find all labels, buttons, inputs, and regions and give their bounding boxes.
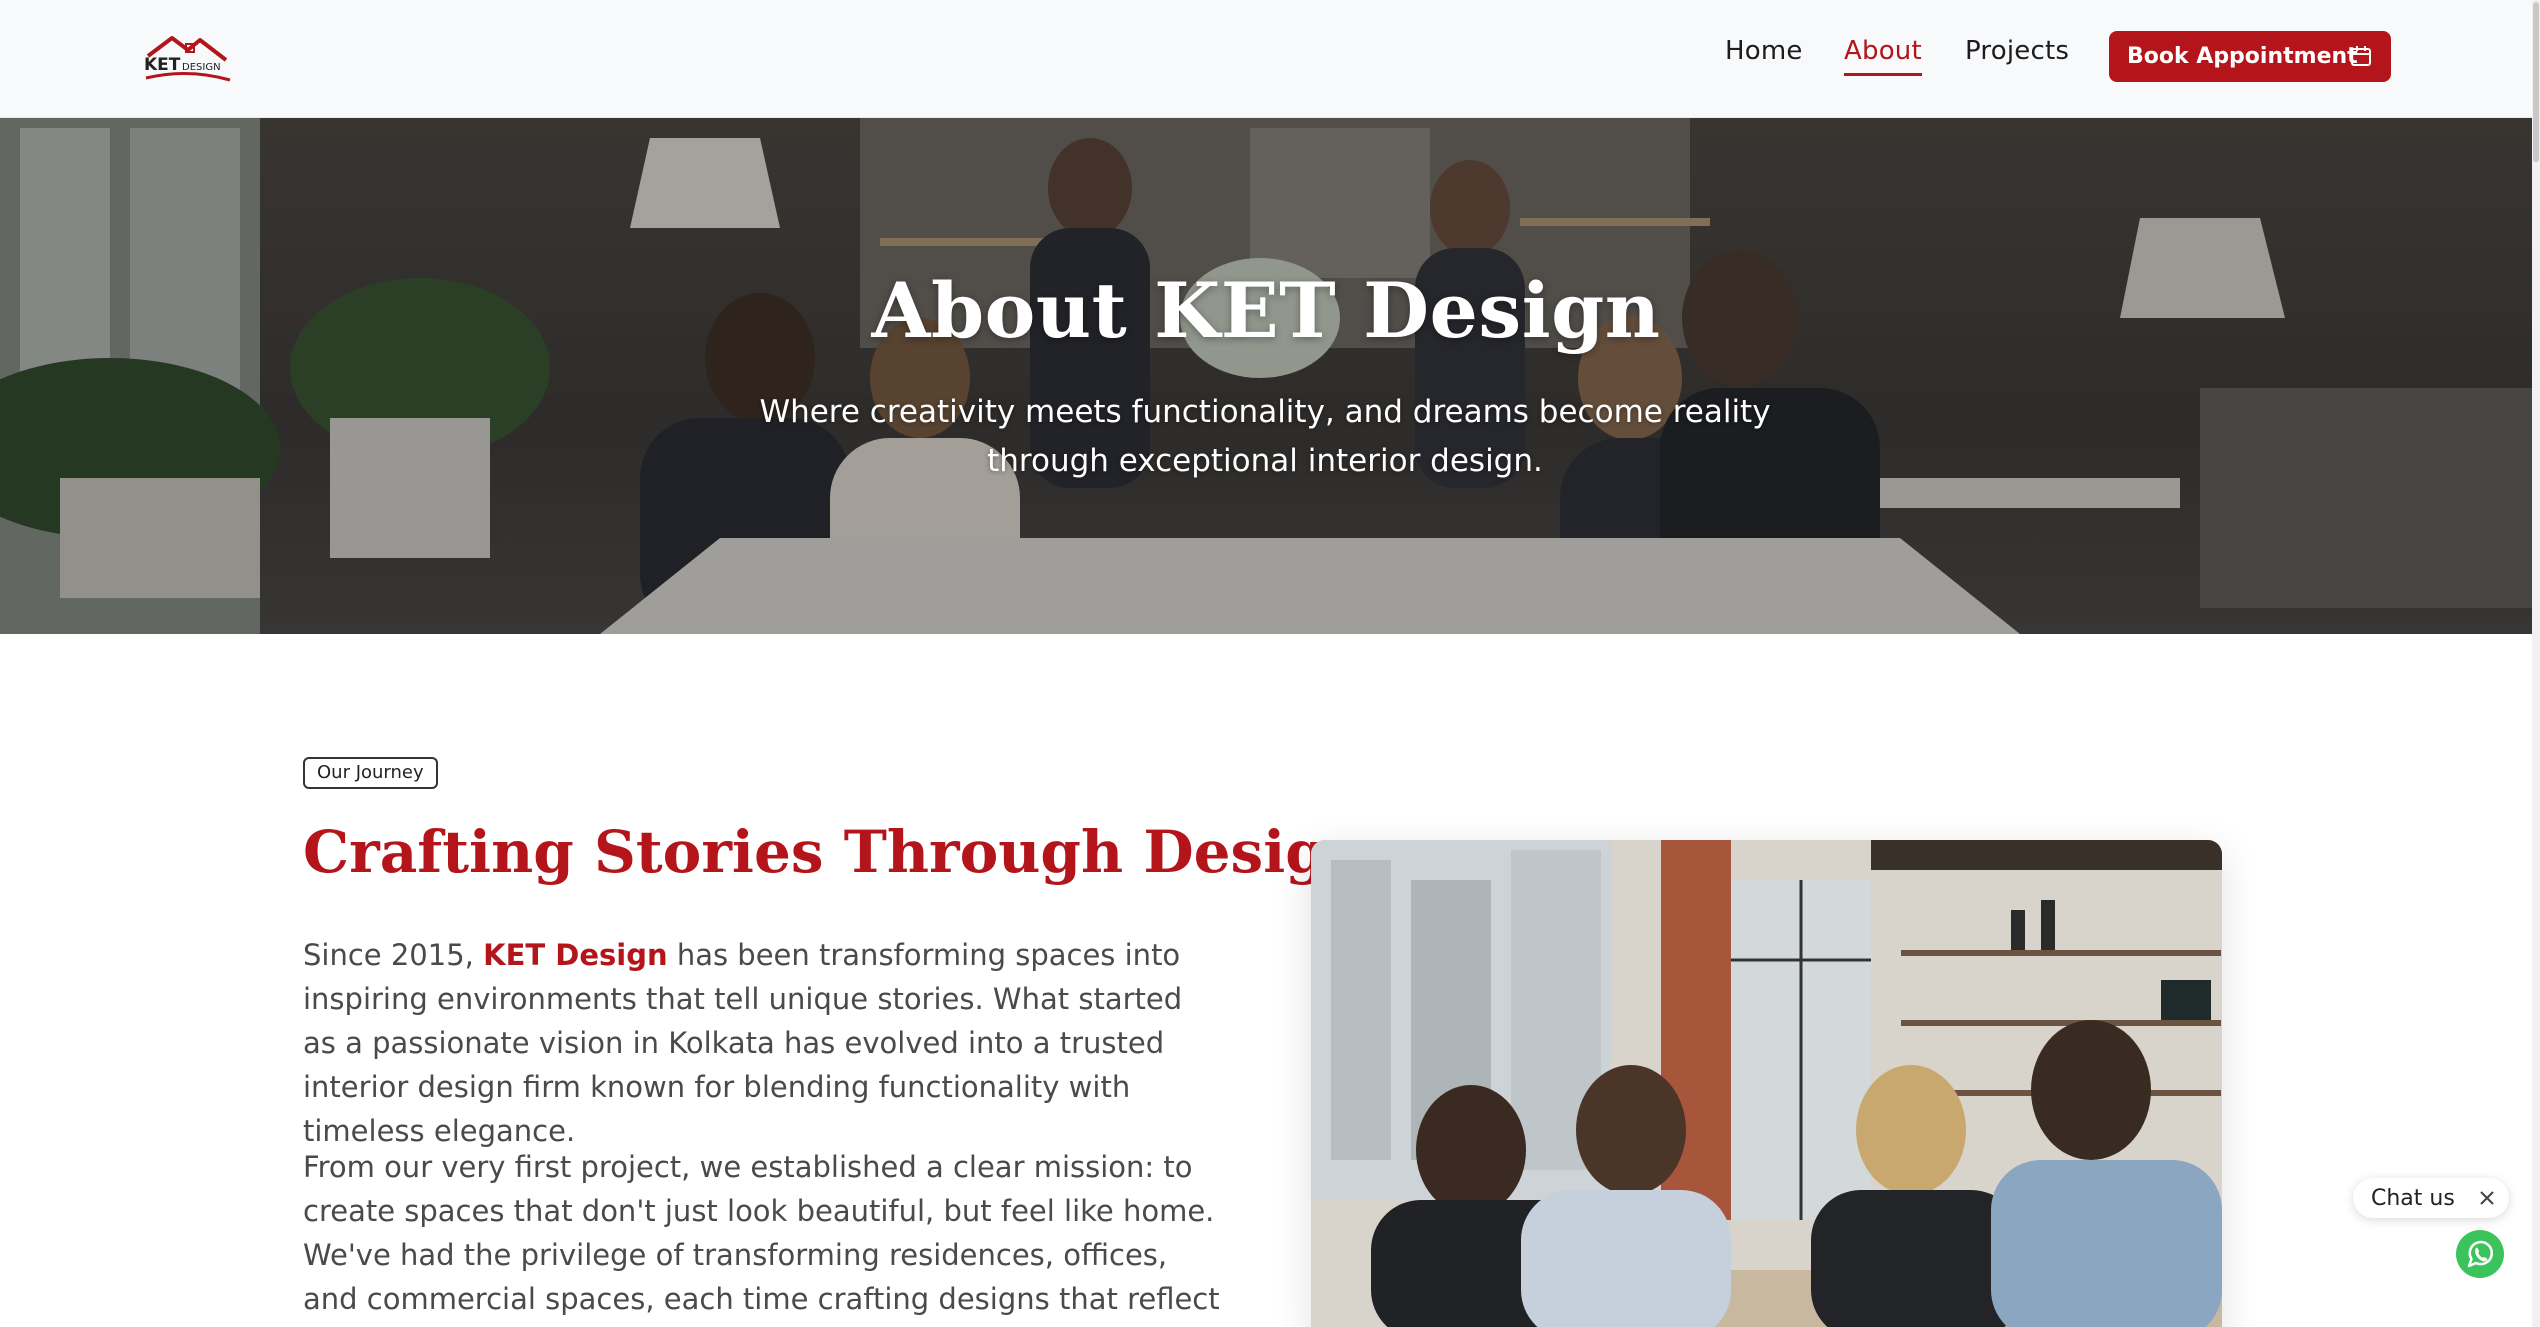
our-journey-badge: Our Journey: [303, 757, 438, 789]
nav-projects[interactable]: Projects: [1965, 36, 2069, 66]
hero-title: About KET Design: [871, 266, 1661, 355]
chat-us-label: Chat us: [2371, 1185, 2455, 1211]
scrollbar-thumb[interactable]: [2533, 2, 2539, 162]
team-meeting-photo: [1311, 840, 2222, 1327]
whatsapp-icon[interactable]: [2455, 1229, 2505, 1279]
journey-paragraph-1: Since 2015, KET Design has been transfor…: [303, 933, 1223, 1153]
close-icon[interactable]: [2479, 1190, 2495, 1206]
book-appointment-button[interactable]: Book Appointment: [2109, 31, 2391, 82]
nav-home[interactable]: Home: [1725, 36, 1803, 66]
hero-subtitle: Where creativity meets functionality, an…: [759, 394, 1771, 479]
chat-us-pill[interactable]: Chat us: [2353, 1178, 2509, 1218]
calendar-icon: [2351, 46, 2371, 66]
para1-prefix: Since 2015,: [303, 938, 484, 972]
journey-paragraph-2: From our very first project, we establis…: [303, 1150, 1220, 1327]
brand-name-highlight: KET Design: [483, 938, 668, 972]
site-header: KET DESIGN Home About Projects Book Appo…: [0, 0, 2532, 118]
hero-banner: About KET Design Where creativity meets …: [0, 118, 2532, 634]
section-title: Crafting Stories Through Design: [303, 818, 1368, 886]
page-scrollbar[interactable]: [2532, 0, 2540, 1327]
hero-overlay: [0, 118, 2532, 634]
book-appointment-label: Book Appointment: [2127, 44, 2358, 69]
nav-about[interactable]: About: [1844, 36, 1922, 76]
